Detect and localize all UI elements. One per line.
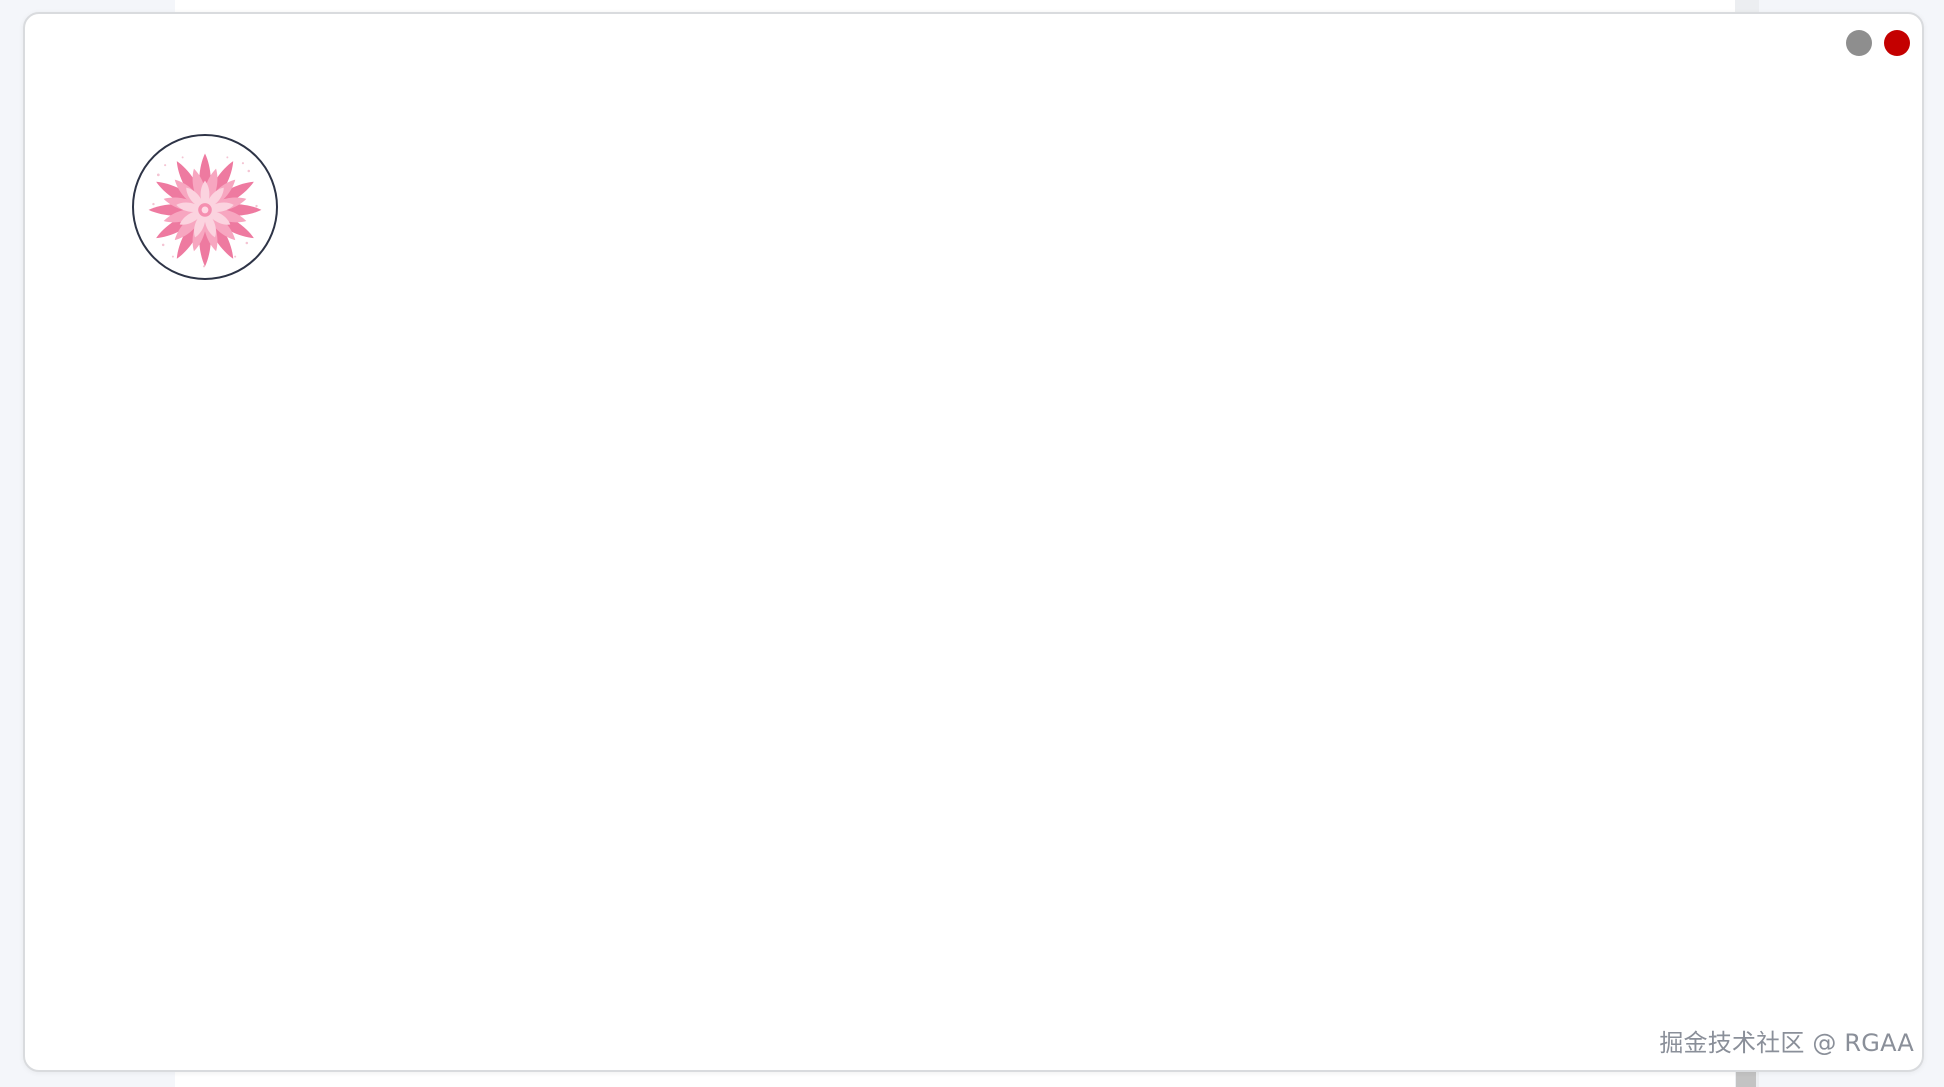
- avatar[interactable]: [132, 134, 278, 280]
- minimize-button[interactable]: [1846, 30, 1872, 56]
- lotus-flower-icon: [148, 153, 262, 268]
- close-button[interactable]: [1884, 30, 1910, 56]
- watermark-text: 掘金技术社区 @ RGAA: [1659, 1029, 1914, 1057]
- window-controls: [1846, 30, 1910, 56]
- app-window: 掘金技术社区 @ RGAA: [23, 12, 1924, 1072]
